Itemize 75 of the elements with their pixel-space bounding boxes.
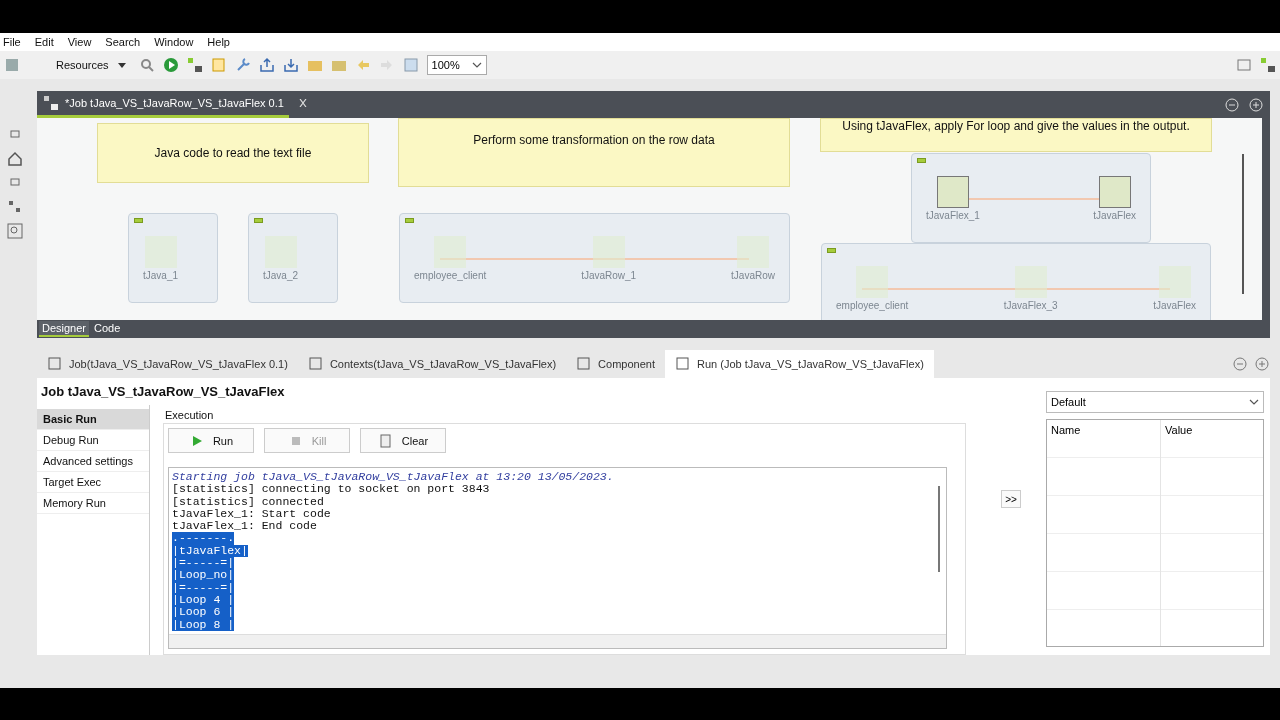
component-label: tJava_2 <box>263 269 299 281</box>
context-dropdown[interactable]: Default <box>1046 391 1264 413</box>
maximize-icon[interactable] <box>1254 356 1270 372</box>
scrollbar[interactable] <box>938 486 940 572</box>
scrollbar[interactable] <box>1242 154 1244 294</box>
action-button[interactable]: Run <box>168 428 254 453</box>
caret-icon <box>116 61 127 69</box>
console-line: [statistics] connected <box>172 495 324 508</box>
component-label: tJavaFlex_3 <box>1003 299 1058 311</box>
component-label: tJavaFlex_1 <box>926 209 980 221</box>
component-label: tJavaRow <box>731 269 775 281</box>
job-icon <box>43 95 59 111</box>
component-label: tJavaFlex <box>1153 299 1196 311</box>
import-icon[interactable] <box>282 57 299 73</box>
component-icon[interactable] <box>1098 175 1131 208</box>
component-label: employee_client <box>836 299 909 311</box>
transfer-button[interactable]: >> <box>1001 490 1021 508</box>
run-icon[interactable] <box>162 57 179 73</box>
tab-icon <box>675 356 691 372</box>
maximize-icon[interactable] <box>1248 96 1264 113</box>
collapse-toggle[interactable] <box>134 218 143 223</box>
component-icon[interactable] <box>936 175 969 208</box>
view-tab[interactable]: Designer <box>39 321 90 337</box>
component-label: tJavaFlex <box>1093 209 1136 221</box>
console-line: Starting job tJava_VS_tJavaRow_VS_tJavaFlex at 13:20 13/05/2023. <box>172 471 614 484</box>
component-label: tJava_1 <box>143 269 179 281</box>
search-icon[interactable] <box>138 57 155 73</box>
console-line: [statistics] connecting to socket on port 3843 <box>172 483 490 496</box>
panel-tab[interactable]: Run (Job tJava_VS_tJavaRow_VS_tJavaFlex) <box>665 350 934 378</box>
chevron-down-icon <box>471 61 482 69</box>
minimize-icon[interactable] <box>1224 96 1240 113</box>
job-icon[interactable] <box>186 57 203 73</box>
note: Java code to read the text file <box>97 123 369 183</box>
run-mode-item[interactable]: Basic Run <box>37 409 149 430</box>
menu-item[interactable]: Edit <box>34 36 54 48</box>
tab-icon <box>307 356 324 372</box>
minimize-icon[interactable] <box>1232 356 1248 372</box>
panel-icon[interactable] <box>402 57 419 73</box>
close-icon[interactable] <box>297 99 308 107</box>
console-line: tJavaFlex_1: End code <box>172 520 317 533</box>
zoom-dropdown[interactable]: 100% <box>426 55 487 75</box>
scrollbar[interactable] <box>169 634 946 648</box>
section-title: Execution <box>164 408 215 423</box>
menu-item[interactable]: File <box>3 36 21 48</box>
panel-tab[interactable]: Contexts(tJava_VS_tJavaRow_VS_tJavaFlex) <box>297 350 567 378</box>
job-title: Job tJava_VS_tJavaRow_VS_tJavaFlex <box>41 384 285 399</box>
column-header: Value <box>1164 423 1194 438</box>
document-icon <box>377 432 394 449</box>
panel-tab[interactable]: Component <box>566 350 665 378</box>
view-tab[interactable]: Code <box>91 321 124 337</box>
collapse-toggle[interactable] <box>405 218 414 223</box>
action-button[interactable]: Clear <box>360 428 446 453</box>
job-icon[interactable] <box>1260 57 1276 73</box>
menu-item[interactable]: Window <box>154 36 194 48</box>
tab-icon <box>576 356 593 372</box>
zoom-icon[interactable] <box>7 223 23 239</box>
note: Using tJavaFlex, apply For loop and give the values in the output. <box>820 118 1212 152</box>
menu-item[interactable]: View <box>67 36 92 48</box>
menu-item[interactable]: Search <box>105 36 141 48</box>
home-icon[interactable] <box>7 151 23 167</box>
perspective-icon[interactable] <box>1236 57 1252 73</box>
export-icon[interactable] <box>258 57 275 73</box>
console-line: tJavaFlex_1: Start code <box>172 507 331 521</box>
component-label: tJavaRow_1 <box>581 269 637 281</box>
tab-icon <box>47 356 63 372</box>
chevron-down-icon <box>1249 398 1259 406</box>
panel-tab[interactable]: Job(tJava_VS_tJavaRow_VS_tJavaFlex 0.1) <box>37 350 298 378</box>
column-header: Name <box>1050 423 1082 438</box>
menu-item[interactable]: Help <box>207 36 230 48</box>
perspective-dropdown[interactable]: Resources <box>28 59 131 71</box>
collapse-toggle[interactable] <box>254 218 263 223</box>
collapse-toggle[interactable] <box>827 248 836 253</box>
component-label: employee_client <box>414 269 487 281</box>
collapse-toggle[interactable] <box>917 158 926 163</box>
note: Perform some transformation on the row data <box>398 118 790 187</box>
